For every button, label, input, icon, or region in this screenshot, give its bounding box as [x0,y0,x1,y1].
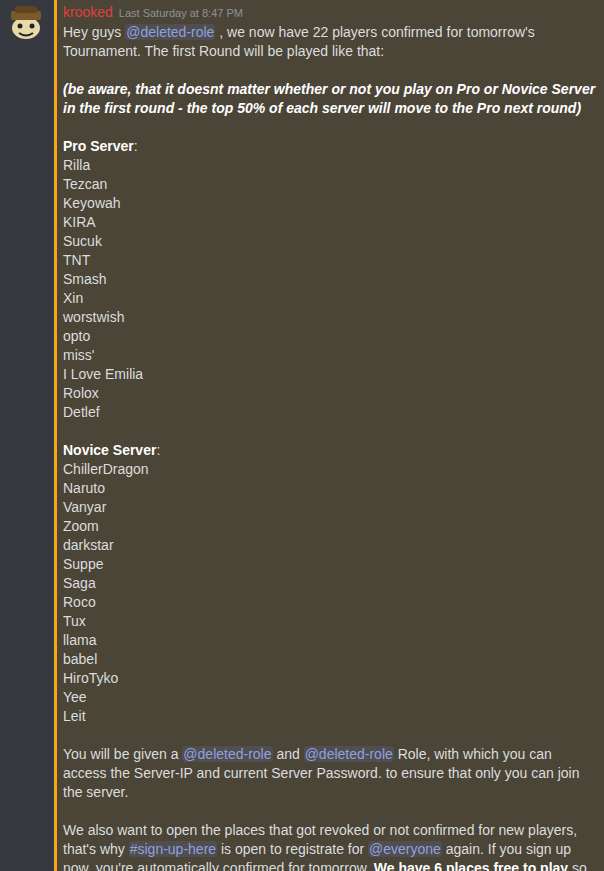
player-name: darkstar [63,536,596,555]
roster-heading: Novice Server [63,442,156,458]
avatar-icon[interactable] [6,3,46,43]
paragraph: Hey guys @deleted-role , we now have 22 … [63,23,596,61]
player-name: opto [63,327,596,346]
roster-suffix: : [134,138,138,154]
mention[interactable]: @deleted-role [304,746,394,762]
author-name[interactable]: krooked [63,3,113,22]
mention[interactable]: @deleted-role [125,24,215,40]
player-name: Leit [63,707,596,726]
roster: Pro Server:RillaTezcanKeyowahKIRASucukTN… [63,137,596,422]
roster: Novice Server:ChillerDragonNarutoVanyarZ… [63,441,596,726]
roster-heading: Pro Server [63,138,134,154]
player-name: Tux [63,612,596,631]
text-segment: Hey guys [63,24,125,40]
roster-suffix: : [156,442,160,458]
paragraph: We also want to open the places that got… [63,821,596,871]
text-segment: (be aware, that it doesnt matter whether… [63,81,595,116]
mention[interactable]: @deleted-role [182,746,272,762]
avatar-column [0,0,54,871]
paragraph: You will be given a @deleted-role and @d… [63,745,596,802]
player-name: Rolox [63,384,596,403]
player-name: miss' [63,346,596,365]
timestamp: Last Saturday at 8:47 PM [119,4,243,23]
player-name: HiroTyko [63,669,596,688]
player-name: Smash [63,270,596,289]
player-name: Naruto [63,479,596,498]
player-name: Xin [63,289,596,308]
player-name: Roco [63,593,596,612]
player-name: Suppe [63,555,596,574]
player-name: Keyowah [63,194,596,213]
player-name: Yee [63,688,596,707]
player-name: KIRA [63,213,596,232]
player-name: Sucuk [63,232,596,251]
roster-title: Novice Server: [63,441,596,460]
player-name: Detlef [63,403,596,422]
player-name: worstwish [63,308,596,327]
player-name: Tezcan [63,175,596,194]
text-segment: and [273,746,304,762]
text-segment: We have 6 places free to play [374,860,568,871]
channel-link[interactable]: #sign-up-here [129,841,217,857]
player-name: babel [63,650,596,669]
paragraph: (be aware, that it doesnt matter whether… [63,80,596,118]
text-segment: You will be given a [63,746,182,762]
text-segment: is open to registrate for [217,841,368,857]
player-name: Zoom [63,517,596,536]
roster-title: Pro Server: [63,137,596,156]
message-body: krooked Last Saturday at 8:47 PMHey guys … [54,0,604,871]
player-name: ChillerDragon [63,460,596,479]
player-name: TNT [63,251,596,270]
message-header: krooked Last Saturday at 8:47 PM [63,3,596,23]
player-name: llama [63,631,596,650]
player-name: Saga [63,574,596,593]
player-name: Rilla [63,156,596,175]
player-name: Vanyar [63,498,596,517]
mention[interactable]: @everyone [368,841,442,857]
text-segment: so [568,860,587,871]
message: krooked Last Saturday at 8:47 PMHey guys … [0,0,604,871]
player-name: I Love Emilia [63,365,596,384]
